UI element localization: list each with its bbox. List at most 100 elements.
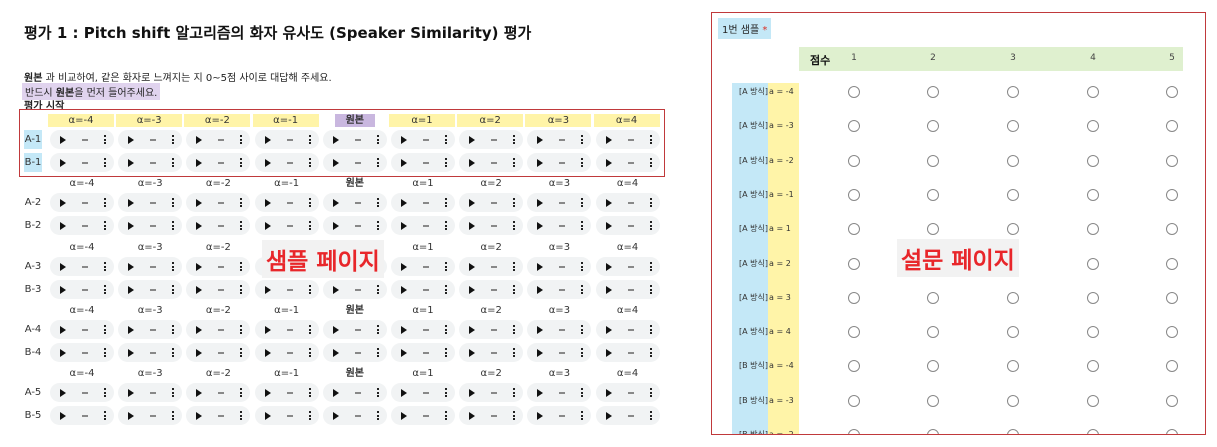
volume-icon[interactable] xyxy=(82,392,88,394)
volume-icon[interactable] xyxy=(82,139,88,141)
audio-player[interactable] xyxy=(459,257,524,276)
more-options-icon[interactable] xyxy=(445,198,447,207)
score-radio[interactable] xyxy=(1087,86,1099,98)
more-options-icon[interactable] xyxy=(240,221,243,230)
audio-player[interactable] xyxy=(254,320,319,339)
play-icon[interactable] xyxy=(469,199,476,207)
volume-icon[interactable] xyxy=(354,329,361,331)
volume-icon[interactable] xyxy=(354,415,361,417)
score-radio[interactable] xyxy=(1166,291,1178,304)
more-options-icon[interactable] xyxy=(376,198,379,207)
play-icon[interactable] xyxy=(128,326,135,334)
more-options-icon[interactable] xyxy=(581,325,584,334)
audio-player[interactable] xyxy=(322,216,387,235)
play-icon[interactable] xyxy=(128,412,135,420)
more-options-icon[interactable] xyxy=(240,135,243,144)
score-radio[interactable] xyxy=(927,223,939,236)
volume-icon[interactable] xyxy=(559,139,566,141)
volume-icon[interactable] xyxy=(423,266,429,268)
play-icon[interactable] xyxy=(332,412,339,420)
play-icon[interactable] xyxy=(60,159,66,167)
volume-icon[interactable] xyxy=(559,289,566,291)
score-radio[interactable] xyxy=(1166,154,1178,167)
play-icon[interactable] xyxy=(196,349,203,357)
audio-player[interactable] xyxy=(118,320,183,339)
volume-icon[interactable] xyxy=(150,289,157,291)
play-icon[interactable] xyxy=(605,286,612,294)
more-options-icon[interactable] xyxy=(104,221,106,230)
more-options-icon[interactable] xyxy=(308,388,311,397)
more-options-icon[interactable] xyxy=(240,388,243,397)
play-icon[interactable] xyxy=(537,159,544,167)
play-icon[interactable] xyxy=(196,222,203,230)
more-options-icon[interactable] xyxy=(649,158,652,167)
score-radio[interactable] xyxy=(1087,429,1099,434)
audio-player[interactable] xyxy=(527,216,592,235)
play-icon[interactable] xyxy=(332,389,339,397)
volume-icon[interactable] xyxy=(559,266,566,268)
more-options-icon[interactable] xyxy=(376,221,379,230)
play-icon[interactable] xyxy=(537,389,544,397)
audio-player[interactable] xyxy=(459,193,524,212)
play-icon[interactable] xyxy=(128,286,135,294)
volume-icon[interactable] xyxy=(491,329,498,331)
audio-player[interactable] xyxy=(50,383,114,402)
more-options-icon[interactable] xyxy=(376,388,379,397)
play-icon[interactable] xyxy=(264,412,271,420)
volume-icon[interactable] xyxy=(559,202,566,204)
audio-player[interactable] xyxy=(459,153,524,172)
score-radio[interactable] xyxy=(1007,154,1019,167)
more-options-icon[interactable] xyxy=(376,325,379,334)
volume-icon[interactable] xyxy=(218,392,225,394)
audio-player[interactable] xyxy=(527,257,592,276)
volume-icon[interactable] xyxy=(150,266,157,268)
volume-icon[interactable] xyxy=(150,225,157,227)
volume-icon[interactable] xyxy=(82,202,88,204)
more-options-icon[interactable] xyxy=(649,388,652,397)
audio-player[interactable] xyxy=(391,216,455,235)
score-radio[interactable] xyxy=(1087,154,1099,167)
audio-player[interactable] xyxy=(391,193,455,212)
audio-player[interactable] xyxy=(50,257,114,276)
play-icon[interactable] xyxy=(605,159,612,167)
audio-player[interactable] xyxy=(254,193,319,212)
score-radio[interactable] xyxy=(1087,257,1099,270)
volume-icon[interactable] xyxy=(354,225,361,227)
volume-icon[interactable] xyxy=(627,202,634,204)
more-options-icon[interactable] xyxy=(445,262,447,271)
volume-icon[interactable] xyxy=(627,225,634,227)
play-icon[interactable] xyxy=(469,222,476,230)
volume-icon[interactable] xyxy=(82,289,88,291)
play-icon[interactable] xyxy=(128,159,135,167)
audio-player[interactable] xyxy=(391,257,455,276)
audio-player[interactable] xyxy=(254,280,319,299)
audio-player[interactable] xyxy=(527,406,592,425)
score-radio[interactable] xyxy=(1087,291,1099,304)
more-options-icon[interactable] xyxy=(445,221,447,230)
volume-icon[interactable] xyxy=(559,415,566,417)
volume-icon[interactable] xyxy=(627,415,634,417)
play-icon[interactable] xyxy=(537,349,544,357)
play-icon[interactable] xyxy=(264,199,271,207)
more-options-icon[interactable] xyxy=(649,198,652,207)
volume-icon[interactable] xyxy=(491,352,498,354)
volume-icon[interactable] xyxy=(82,329,88,331)
more-options-icon[interactable] xyxy=(513,198,516,207)
more-options-icon[interactable] xyxy=(172,388,175,397)
more-options-icon[interactable] xyxy=(445,348,447,357)
audio-player[interactable] xyxy=(254,130,319,149)
audio-player[interactable] xyxy=(118,130,183,149)
score-radio[interactable] xyxy=(1007,326,1019,339)
audio-player[interactable] xyxy=(595,320,660,339)
audio-player[interactable] xyxy=(186,216,251,235)
play-icon[interactable] xyxy=(537,326,544,334)
play-icon[interactable] xyxy=(537,412,544,420)
play-icon[interactable] xyxy=(605,349,612,357)
audio-player[interactable] xyxy=(527,320,592,339)
score-radio[interactable] xyxy=(927,326,939,339)
audio-player[interactable] xyxy=(322,280,387,299)
audio-player[interactable] xyxy=(595,257,660,276)
audio-player[interactable] xyxy=(391,320,455,339)
audio-player[interactable] xyxy=(322,153,387,172)
volume-icon[interactable] xyxy=(423,392,429,394)
